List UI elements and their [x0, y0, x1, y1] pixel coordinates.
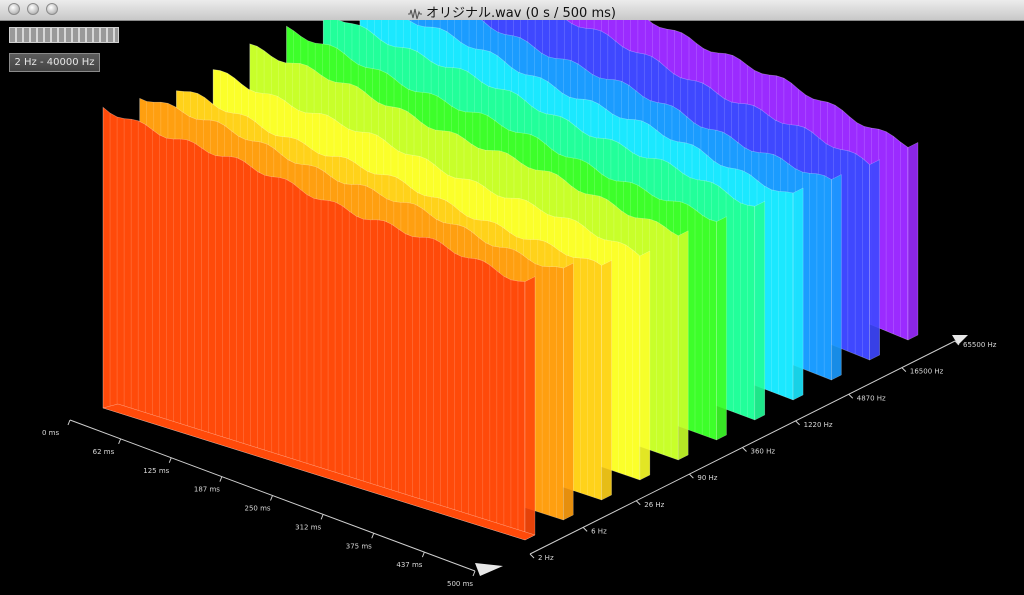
band-side — [754, 200, 766, 421]
frequency-tick-label: 26 Hz — [644, 501, 664, 509]
time-tick — [472, 570, 476, 577]
frequency-tick-label: 90 Hz — [697, 474, 717, 482]
band-side — [563, 262, 574, 521]
spectrum-bands — [102, 20, 919, 541]
band-side — [601, 259, 612, 501]
time-tick — [168, 457, 172, 463]
time-tick — [421, 551, 425, 558]
frequency-tick — [529, 553, 535, 559]
time-tick — [219, 476, 223, 482]
frequency-tick-label: 4870 Hz — [857, 394, 886, 402]
frequency-tick — [635, 500, 641, 506]
spectrogram-3d-plot: 0 ms 62 ms 125 ms 187 ms 250 ms 312 ms 375 ms 4… — [42, 20, 997, 588]
frequency-tick-label: 6 Hz — [591, 527, 607, 535]
time-tick-label: 250 ms — [245, 505, 271, 513]
band-side — [792, 187, 804, 401]
time-tick — [118, 438, 122, 445]
frequency-tick-label: 360 Hz — [751, 448, 776, 456]
time-axis-arrow — [475, 563, 503, 576]
frequency-tick — [689, 473, 694, 479]
band-side — [716, 216, 727, 441]
waveform-icon — [408, 8, 423, 20]
band-side — [831, 174, 842, 381]
band-side — [907, 141, 919, 341]
frequency-tick-label: 2 Hz — [538, 554, 554, 562]
frequency-tick-label: 65500 Hz — [963, 341, 997, 349]
app-window: オリジナル.wav (0 s / 500 ms) 2 Hz - 40000 Hz… — [0, 0, 1024, 595]
time-tick — [67, 419, 71, 426]
time-tick-label: 437 ms — [396, 561, 422, 569]
band-side — [639, 250, 651, 481]
frequency-tick-label: 1220 Hz — [804, 421, 833, 429]
time-tick-label: 62 ms — [93, 448, 115, 456]
frequency-tick — [901, 367, 907, 372]
time-tick-label: 312 ms — [295, 523, 321, 531]
frequency-tick-label: 16500 Hz — [910, 368, 944, 376]
frequency-tick — [582, 527, 588, 532]
time-tick — [270, 495, 273, 501]
time-tick-label: 500 ms — [447, 580, 473, 588]
time-tick-label: 187 ms — [194, 486, 220, 494]
band-side — [869, 159, 880, 361]
window-title: オリジナル.wav (0 s / 500 ms) — [426, 6, 616, 21]
time-tick-label: 375 ms — [346, 542, 372, 550]
time-tick — [320, 514, 324, 520]
band-side — [524, 276, 536, 541]
band-side — [677, 230, 689, 461]
time-tick — [371, 533, 375, 539]
title-bar[interactable]: オリジナル.wav (0 s / 500 ms) — [0, 0, 1024, 21]
time-tick-label: 0 ms — [42, 429, 59, 437]
time-tick-label: 125 ms — [143, 467, 169, 475]
frequency-tick — [848, 393, 854, 399]
window-title-group: オリジナル.wav (0 s / 500 ms) — [0, 2, 1024, 21]
frequency-tick — [795, 420, 800, 426]
frequency-tick — [742, 447, 747, 452]
